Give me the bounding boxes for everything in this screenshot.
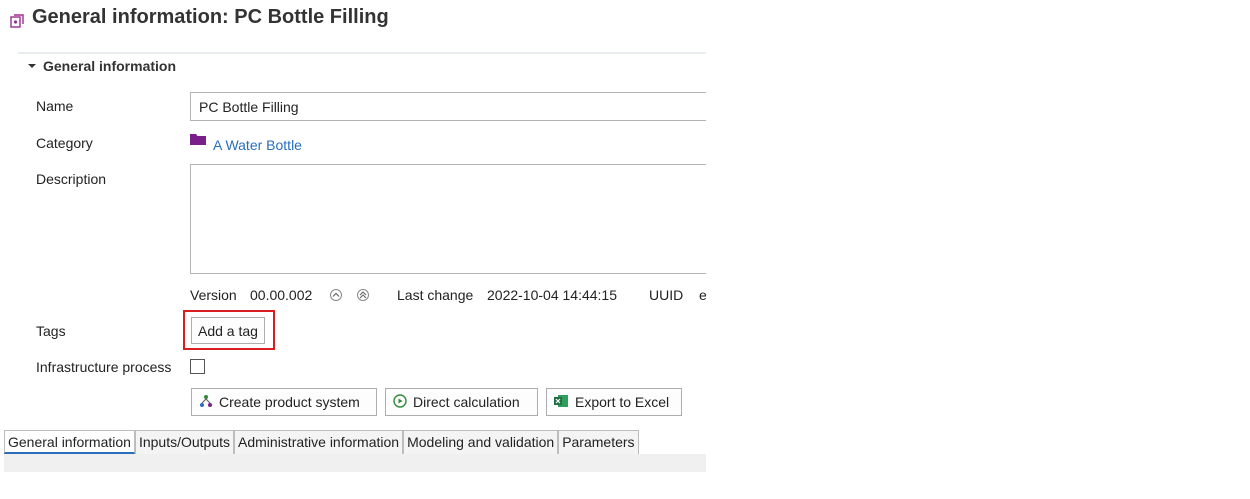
create-product-system-label: Create product system bbox=[219, 394, 360, 410]
editor-tabs: General information Inputs/Outputs Admin… bbox=[4, 430, 639, 454]
process-icon bbox=[10, 11, 24, 28]
category-link[interactable]: A Water Bottle bbox=[213, 137, 302, 153]
tab-parameters[interactable]: Parameters bbox=[558, 430, 639, 454]
folder-icon bbox=[190, 133, 206, 150]
version-up-icon[interactable] bbox=[330, 289, 342, 301]
tab-administrative-information[interactable]: Administrative information bbox=[234, 430, 404, 454]
excel-icon bbox=[554, 394, 569, 411]
version-up-major-icon[interactable] bbox=[357, 289, 369, 301]
version-label: Version bbox=[190, 287, 237, 303]
section-title: General information bbox=[43, 58, 177, 74]
export-to-excel-button[interactable]: Export to Excel bbox=[546, 388, 682, 416]
uuid-label: UUID bbox=[649, 287, 684, 303]
last-change-label: Last change bbox=[397, 287, 474, 303]
create-product-system-button[interactable]: Create product system bbox=[191, 388, 377, 416]
category-label: Category bbox=[36, 135, 93, 151]
infrastructure-label: Infrastructure process bbox=[36, 359, 172, 375]
tags-label: Tags bbox=[36, 323, 66, 339]
blank-area bbox=[706, 0, 1250, 499]
name-label: Name bbox=[36, 98, 74, 114]
page-title-row: General information: PC Bottle Filling bbox=[10, 6, 389, 29]
description-textarea[interactable] bbox=[190, 164, 706, 274]
tab-inputs-outputs[interactable]: Inputs/Outputs bbox=[134, 430, 235, 454]
direct-calculation-label: Direct calculation bbox=[413, 394, 520, 410]
infrastructure-checkbox[interactable] bbox=[190, 359, 205, 374]
tab-modeling-and-validation[interactable]: Modeling and validation bbox=[403, 430, 559, 454]
section-toggle[interactable]: General information bbox=[27, 58, 176, 74]
direct-calculation-button[interactable]: Direct calculation bbox=[385, 388, 538, 416]
name-input[interactable] bbox=[190, 92, 706, 121]
play-icon bbox=[393, 393, 407, 411]
product-system-icon bbox=[199, 394, 213, 411]
tab-strip-footer bbox=[4, 454, 706, 472]
version-value: 00.00.002 bbox=[250, 287, 313, 303]
description-label: Description bbox=[36, 171, 107, 187]
chevron-down-icon bbox=[27, 58, 37, 74]
add-tag-button[interactable]: Add a tag bbox=[191, 317, 265, 344]
tab-general-information[interactable]: General information bbox=[4, 430, 135, 454]
last-change-value: 2022-10-04 14:44:15 bbox=[487, 287, 617, 303]
page-title: General information: PC Bottle Filling bbox=[32, 6, 389, 28]
category-field: A Water Bottle bbox=[190, 133, 302, 153]
export-to-excel-label: Export to Excel bbox=[575, 394, 670, 410]
